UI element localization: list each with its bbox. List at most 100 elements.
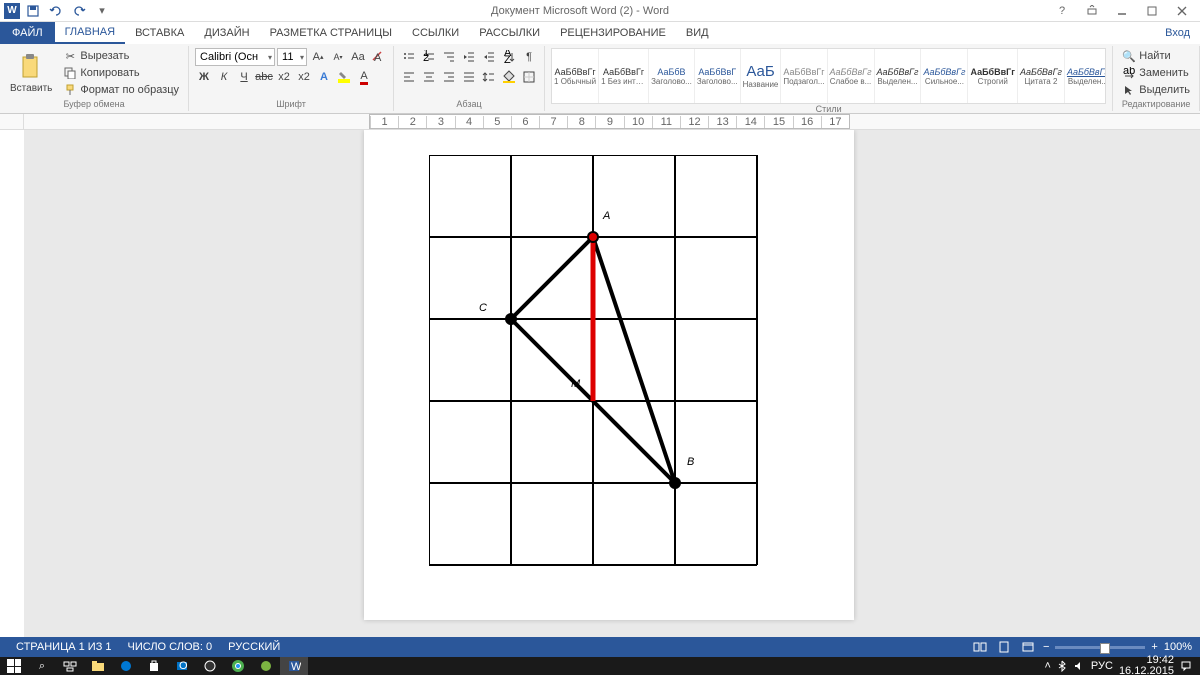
close-button[interactable]: [1168, 2, 1196, 20]
italic-button[interactable]: К: [215, 68, 233, 86]
tab-review[interactable]: РЕЦЕНЗИРОВАНИЕ: [550, 22, 676, 44]
clear-format-icon[interactable]: A: [369, 48, 387, 66]
align-justify-icon[interactable]: [460, 68, 478, 86]
tab-design[interactable]: ДИЗАЙН: [194, 22, 259, 44]
tray-volume-icon[interactable]: [1073, 660, 1085, 672]
taskview-icon[interactable]: [56, 657, 84, 675]
bold-button[interactable]: Ж: [195, 68, 213, 86]
document-area[interactable]: ABCМ: [24, 130, 1200, 637]
status-page[interactable]: СТРАНИЦА 1 ИЗ 1: [8, 641, 120, 653]
strike-button[interactable]: abc: [255, 68, 273, 86]
qat-dropdown-icon[interactable]: ▾: [92, 2, 112, 20]
sort-icon[interactable]: AZ: [500, 48, 518, 66]
underline-button[interactable]: Ч: [235, 68, 253, 86]
task-app1-icon[interactable]: [196, 657, 224, 675]
tray-up-icon[interactable]: ˄: [1044, 660, 1050, 672]
tab-home[interactable]: ГЛАВНАЯ: [55, 22, 125, 44]
font-name-combo[interactable]: Calibri (Осн▾: [195, 48, 275, 66]
show-marks-icon[interactable]: ¶: [520, 48, 538, 66]
horizontal-ruler[interactable]: 1234567891011121314151617: [0, 114, 1200, 130]
style-emphasis[interactable]: АаБбВвГгВыделен...: [875, 49, 922, 103]
task-explorer-icon[interactable]: [84, 657, 112, 675]
cut-icon: ✂: [63, 49, 77, 63]
task-store-icon[interactable]: [140, 657, 168, 675]
style-nospacing[interactable]: АаБбВвГг1 Без инте...: [599, 49, 649, 103]
style-title[interactable]: АаБНазвание: [741, 49, 782, 103]
tray-clock[interactable]: 19:4216.12.2015: [1119, 655, 1174, 677]
superscript-button[interactable]: x2: [295, 68, 313, 86]
task-edge-icon[interactable]: [112, 657, 140, 675]
align-right-icon[interactable]: [440, 68, 458, 86]
style-intense[interactable]: АаБбВвГгСильное...: [921, 49, 968, 103]
tab-mailings[interactable]: РАССЫЛКИ: [469, 22, 550, 44]
inc-indent-icon[interactable]: [480, 48, 498, 66]
help-icon[interactable]: ?: [1048, 2, 1076, 20]
style-intenseq[interactable]: АаБбВвГгВыделен...: [1065, 49, 1106, 103]
style-strong[interactable]: АаБбВвГгСтрогий: [968, 49, 1018, 103]
styles-gallery[interactable]: АаБбВвГг1 Обычный АаБбВвГг1 Без инте... …: [551, 48, 1106, 104]
task-chrome-icon[interactable]: [224, 657, 252, 675]
page[interactable]: ABCМ: [364, 130, 854, 620]
zoom-slider[interactable]: [1055, 646, 1145, 649]
tab-layout[interactable]: РАЗМЕТКА СТРАНИЦЫ: [260, 22, 402, 44]
geometry-drawing[interactable]: ABCМ: [429, 155, 789, 595]
multilevel-icon[interactable]: [440, 48, 458, 66]
tab-view[interactable]: ВИД: [676, 22, 719, 44]
tab-references[interactable]: ССЫЛКИ: [402, 22, 469, 44]
grow-font-icon[interactable]: A▴: [309, 48, 327, 66]
style-heading2[interactable]: АаБбВвГЗаголово...: [695, 49, 741, 103]
view-print-icon[interactable]: [995, 638, 1013, 656]
tray-bluetooth-icon[interactable]: [1057, 660, 1067, 672]
tray-notifications-icon[interactable]: [1180, 660, 1192, 672]
subscript-button[interactable]: x2: [275, 68, 293, 86]
text-effects-icon[interactable]: A: [315, 68, 333, 86]
view-read-icon[interactable]: [971, 638, 989, 656]
dec-indent-icon[interactable]: [460, 48, 478, 66]
copy-button[interactable]: Копировать: [60, 65, 182, 81]
shrink-font-icon[interactable]: A▾: [329, 48, 347, 66]
align-left-icon[interactable]: [400, 68, 418, 86]
zoom-in-icon[interactable]: +: [1151, 641, 1157, 653]
status-language[interactable]: РУССКИЙ: [220, 641, 288, 653]
tab-insert[interactable]: ВСТАВКА: [125, 22, 194, 44]
style-quote[interactable]: АаБбВвГгЦитата 2: [1018, 49, 1065, 103]
undo-icon[interactable]: [46, 2, 66, 20]
save-icon[interactable]: [23, 2, 43, 20]
zoom-out-icon[interactable]: −: [1043, 641, 1049, 653]
borders-icon[interactable]: [520, 68, 538, 86]
tray-lang[interactable]: РУС: [1091, 660, 1113, 672]
align-center-icon[interactable]: [420, 68, 438, 86]
bullets-icon[interactable]: [400, 48, 418, 66]
zoom-level[interactable]: 100%: [1164, 641, 1192, 653]
start-button[interactable]: [0, 657, 28, 675]
view-web-icon[interactable]: [1019, 638, 1037, 656]
font-size-combo[interactable]: 11▾: [277, 48, 307, 66]
highlight-icon[interactable]: [335, 68, 353, 86]
task-app2-icon[interactable]: [252, 657, 280, 675]
minimize-button[interactable]: [1108, 2, 1136, 20]
numbering-icon[interactable]: 12: [420, 48, 438, 66]
signin-link[interactable]: Вход: [1165, 22, 1200, 44]
style-subtle[interactable]: АаБбВвГгСлабое в...: [828, 49, 875, 103]
paste-button[interactable]: Вставить: [6, 48, 56, 99]
style-subtitle[interactable]: АаБбВвГгПодзагол...: [781, 49, 827, 103]
change-case-icon[interactable]: Aa: [349, 48, 367, 66]
task-outlook-icon[interactable]: O: [168, 657, 196, 675]
ribbon-options-icon[interactable]: [1078, 2, 1106, 20]
find-button[interactable]: 🔍Найти: [1119, 48, 1193, 64]
select-button[interactable]: Выделить: [1119, 82, 1193, 98]
shading-icon[interactable]: [500, 68, 518, 86]
redo-icon[interactable]: [69, 2, 89, 20]
line-spacing-icon[interactable]: [480, 68, 498, 86]
font-color-icon[interactable]: A: [355, 68, 373, 86]
search-icon[interactable]: ⌕: [28, 657, 56, 675]
style-normal[interactable]: АаБбВвГг1 Обычный: [552, 49, 599, 103]
cut-button[interactable]: ✂Вырезать: [60, 48, 182, 64]
maximize-button[interactable]: [1138, 2, 1166, 20]
style-heading1[interactable]: АаБбВЗаголово...: [649, 49, 695, 103]
replace-button[interactable]: abЗаменить: [1119, 65, 1193, 81]
tab-file[interactable]: ФАЙЛ: [0, 22, 55, 44]
format-painter-button[interactable]: Формат по образцу: [60, 82, 182, 98]
status-words[interactable]: ЧИСЛО СЛОВ: 0: [120, 641, 221, 653]
task-word-icon[interactable]: W: [280, 657, 308, 675]
